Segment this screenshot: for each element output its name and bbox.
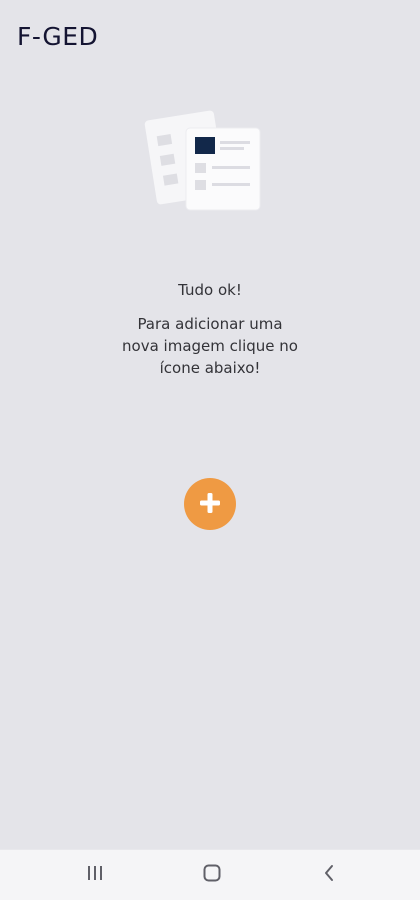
app-title: F-GED — [17, 22, 99, 51]
documents-illustration-icon — [140, 100, 270, 220]
system-navigation-bar — [0, 849, 420, 900]
back-button[interactable] — [299, 850, 359, 900]
empty-state-headline: Tudo ok! — [178, 281, 242, 299]
back-icon — [323, 864, 335, 886]
empty-state-message: Tudo ok! Para adicionar uma nova imagem … — [0, 281, 420, 379]
add-image-button[interactable] — [184, 478, 236, 530]
plus-icon — [199, 492, 221, 517]
home-button[interactable] — [182, 850, 242, 900]
home-icon — [203, 864, 221, 886]
recents-icon — [86, 865, 104, 885]
recents-button[interactable] — [65, 850, 125, 900]
empty-state-body: Para adicionar uma nova imagem clique no… — [122, 315, 298, 377]
